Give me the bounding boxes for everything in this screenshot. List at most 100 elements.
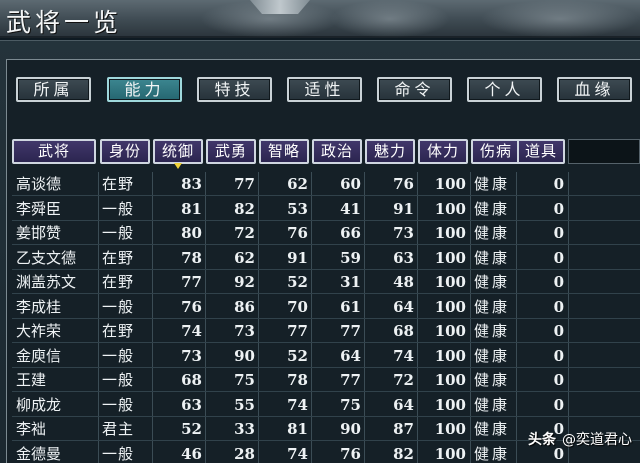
title-cloud-decoration [330, 0, 450, 38]
cell-intellect: 74 [287, 395, 308, 414]
cell-status: 一般 [102, 444, 135, 463]
cell-politics: 31 [340, 273, 361, 291]
cell-stamina: 100 [434, 395, 466, 414]
cell-leadership: 78 [181, 248, 202, 267]
cell-valor: 55 [234, 395, 255, 414]
cell-charisma: 91 [393, 199, 414, 218]
cell-valor: 73 [234, 322, 255, 340]
cell-valor: 33 [234, 420, 255, 438]
cell-politics: 60 [340, 175, 361, 193]
tab-ability[interactable]: 能力 [107, 77, 182, 102]
cell-leadership: 46 [181, 444, 202, 463]
cell-valor: 82 [234, 199, 255, 218]
cell-general: 李舜臣 [16, 199, 62, 218]
cell-intellect: 74 [287, 444, 308, 463]
cell-status: 君主 [102, 420, 135, 438]
cell-politics: 59 [340, 248, 361, 267]
cell-injury: 健康 [474, 224, 511, 242]
cell-status: 在野 [102, 248, 135, 267]
column-header-general[interactable]: 武将 [12, 139, 96, 164]
table-row[interactable]: 李成桂 一般 76 86 70 61 64 100 健康 0 [12, 295, 640, 319]
cell-injury: 健康 [474, 444, 511, 463]
cell-items: 0 [553, 322, 564, 340]
table-row[interactable]: 大祚荣 在野 74 73 77 77 68 100 健康 0 [12, 319, 640, 343]
cell-leadership: 76 [181, 297, 202, 316]
tab-lineage[interactable]: 血缘 [557, 77, 632, 102]
cell-politics: 77 [340, 371, 361, 389]
tab-skills[interactable]: 特技 [197, 77, 272, 102]
cell-general: 姜邯赞 [16, 224, 62, 242]
cell-valor: 90 [234, 346, 255, 365]
cell-stamina: 100 [434, 297, 466, 316]
cell-leadership: 80 [181, 224, 202, 242]
cell-charisma: 82 [393, 444, 414, 463]
cell-valor: 72 [234, 224, 255, 242]
cell-general: 柳成龙 [16, 395, 62, 414]
table-row[interactable]: 王建 一般 68 75 78 77 72 100 健康 0 [12, 368, 640, 392]
column-header-injury[interactable]: 伤病 [471, 139, 521, 164]
cell-politics: 66 [340, 224, 361, 242]
cell-valor: 77 [234, 175, 255, 193]
column-header-leadership[interactable]: 统御 [153, 139, 203, 169]
header-empty-area [568, 139, 640, 164]
cell-injury: 健康 [474, 371, 511, 389]
column-header-intellect[interactable]: 智略 [259, 139, 309, 164]
cell-intellect: 81 [287, 420, 308, 438]
cell-valor: 28 [234, 444, 255, 463]
cell-politics: 41 [340, 199, 361, 218]
cell-leadership: 83 [181, 175, 202, 193]
cell-intellect: 76 [287, 224, 308, 242]
cell-politics: 61 [340, 297, 361, 316]
cell-injury: 健康 [474, 273, 511, 291]
tab-personal[interactable]: 个人 [467, 77, 542, 102]
cell-charisma: 73 [393, 224, 414, 242]
cell-items: 0 [553, 297, 564, 316]
cell-valor: 86 [234, 297, 255, 316]
cell-charisma: 87 [393, 420, 414, 438]
tab-aptitude[interactable]: 适性 [287, 77, 362, 102]
column-header-stamina[interactable]: 体力 [418, 139, 468, 164]
cell-leadership: 63 [181, 395, 202, 414]
table-row[interactable]: 乙支文德 在野 78 62 91 59 63 100 健康 0 [12, 246, 640, 270]
column-header-status[interactable]: 身份 [100, 139, 150, 164]
cell-status: 一般 [102, 224, 135, 242]
cell-charisma: 76 [393, 175, 414, 193]
cell-leadership: 73 [181, 346, 202, 365]
cell-injury: 健康 [474, 395, 511, 414]
table-row[interactable]: 李舜臣 一般 81 82 53 41 91 100 健康 0 [12, 197, 640, 221]
column-header-valor[interactable]: 武勇 [206, 139, 256, 164]
cell-intellect: 70 [287, 297, 308, 316]
cell-leadership: 68 [181, 371, 202, 389]
table-row[interactable]: 柳成龙 一般 63 55 74 75 64 100 健康 0 [12, 393, 640, 417]
column-header-items[interactable]: 道具 [517, 139, 565, 164]
tab-affiliation[interactable]: 所属 [16, 77, 91, 102]
cell-status: 在野 [102, 273, 135, 291]
cell-intellect: 62 [287, 175, 308, 193]
cell-stamina: 100 [434, 371, 466, 389]
cell-general: 李成桂 [16, 297, 62, 316]
cell-leadership: 52 [181, 420, 202, 438]
cell-injury: 健康 [474, 346, 511, 365]
column-header-politics[interactable]: 政治 [312, 139, 362, 164]
table-row[interactable]: 渊盖苏文 在野 77 92 52 31 48 100 健康 0 [12, 270, 640, 294]
table-row[interactable]: 高谈德 在野 83 77 62 60 76 100 健康 0 [12, 172, 640, 196]
cell-intellect: 77 [287, 322, 308, 340]
cell-valor: 62 [234, 248, 255, 267]
cell-leadership: 74 [181, 322, 202, 340]
table-row[interactable]: 姜邯赞 一般 80 72 76 66 73 100 健康 0 [12, 221, 640, 245]
table-row[interactable]: 金庾信 一般 73 90 52 64 74 100 健康 0 [12, 344, 640, 368]
cell-charisma: 48 [393, 273, 414, 291]
cell-intellect: 52 [287, 273, 308, 291]
cell-valor: 92 [234, 273, 255, 291]
cell-items: 0 [553, 346, 564, 365]
tab-command[interactable]: 命令 [377, 77, 452, 102]
cell-status: 一般 [102, 346, 135, 365]
column-header-charisma[interactable]: 魅力 [365, 139, 415, 164]
cell-general: 金德曼 [16, 444, 62, 463]
cell-politics: 75 [340, 395, 361, 414]
cell-stamina: 100 [434, 420, 466, 438]
cell-intellect: 78 [287, 371, 308, 389]
cell-politics: 77 [340, 322, 361, 340]
cell-status: 一般 [102, 371, 135, 389]
cell-items: 0 [553, 224, 564, 242]
